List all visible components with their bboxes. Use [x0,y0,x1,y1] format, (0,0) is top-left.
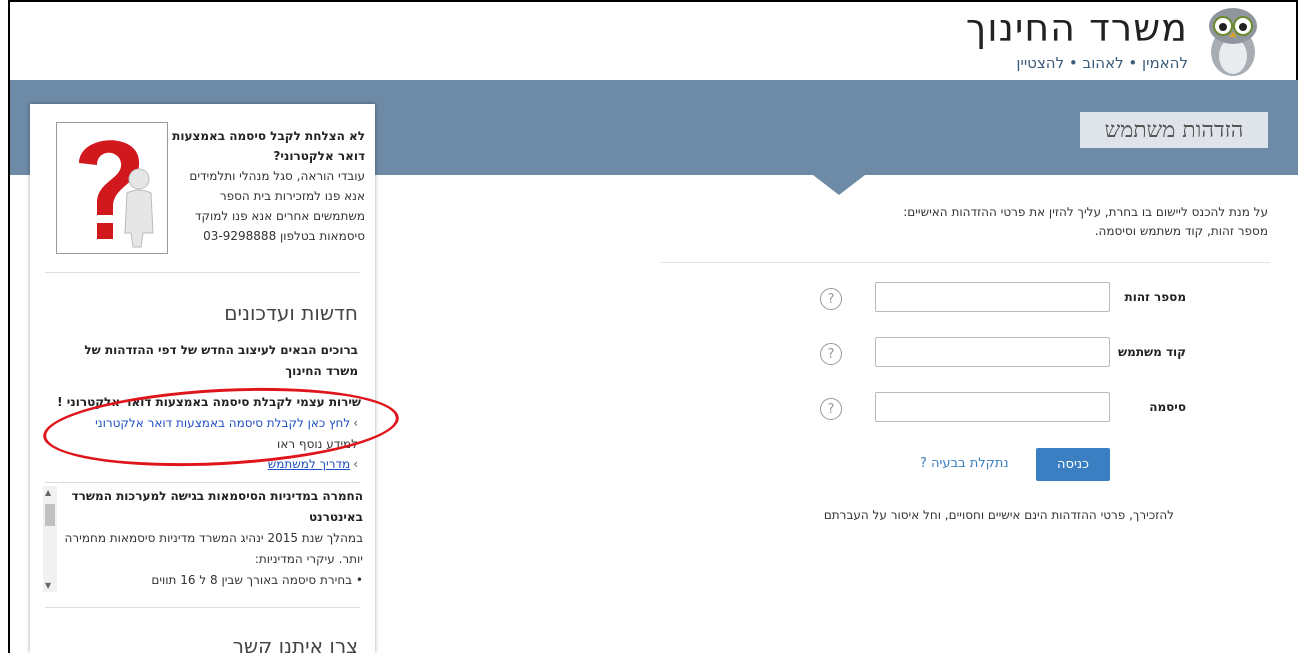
login-button[interactable]: כניסה [1036,448,1110,481]
user-code-input[interactable] [875,337,1110,367]
divider [660,262,1270,263]
site-tagline: להאמין • לאהוב • להצטיין [1016,54,1188,72]
promo-line: אנא פנו למזכירות בית הספר [219,189,365,203]
email-password-link-label: לחץ כאן לקבלת סיסמה באמצעות דואר אלקטרונ… [95,416,351,430]
password-label: סיסמה [1149,400,1186,414]
news-scroll-content: החמרה במדיניות הסיסמאות בגישה למערכות המ… [63,486,363,591]
promo-line: משתמשים אחרים אנא פנו למוקד [194,209,365,223]
news-scroll-box[interactable]: החמרה במדיניות הסיסמאות בגישה למערכות המ… [43,486,363,592]
policy-bullet-text: בחירת סיסמה באורך שבין 8 ל 16 תווים [151,573,353,587]
question-mark-figure-icon [56,122,168,254]
news-welcome: ברוכים הבאים לעיצוב החדש של דפי ההזדהות … [84,343,358,378]
scroll-down-icon[interactable]: ▼ [45,581,51,590]
news-title: חדשות ועדכונים [224,301,358,325]
user-guide-link[interactable]: ›מדריך למשתמש [268,457,358,471]
chevron-left-icon: › [353,457,358,471]
password-input[interactable] [875,392,1110,422]
divider [45,272,360,273]
id-number-input[interactable] [875,282,1110,312]
policy-heading: החמרה במדיניות הסיסמאות בגישה למערכות המ… [71,489,363,524]
page-title: הזדהות משתמש [1080,112,1268,148]
owl-logo-icon [1209,8,1257,76]
chevron-left-icon: › [353,416,358,430]
promo-phone: סיסמאות בטלפון 03-9298888 [203,229,365,243]
contact-title: צרו איתנו קשר [232,634,358,653]
id-number-label: מספר זהות [1124,290,1187,304]
login-intro: על מנת להכנס ליישום בו בחרת, עליך להזין … [648,203,1268,241]
news-scrollbar[interactable]: ▲ ▼ [43,486,57,592]
id-help-icon[interactable]: ? [820,288,842,310]
sidebar: לא הצלחת לקבל סיסמה באמצעות דואר אלקטרונ… [30,104,375,653]
frame-top-border [8,0,1298,2]
user-code-label: קוד משתמש [1118,345,1186,359]
policy-bullet: • בחירת סיסמה באורך שבין 8 ל 16 תווים [151,573,363,587]
scroll-up-icon[interactable]: ▲ [45,488,51,497]
policy-body: במהלך שנת 2015 ינהיג המשרד מדיניות סיסמא… [64,531,363,566]
site-title: משרד החינוך [965,6,1188,50]
promo-text: לא הצלחת לקבל סיסמה באמצעות דואר אלקטרונ… [165,126,365,246]
privacy-reminder: להזכירך, פרטי ההזדהות הינם אישיים וחסויי… [823,508,1174,522]
user-guide-link-label: מדריך למשתמש [267,457,351,471]
news-self-service-heading: שירות עצמי לקבלת סיסמה באמצעות דואר אלקט… [57,395,361,409]
password-help-icon[interactable]: ? [820,398,842,420]
news-info-text: למידע נוסף ראו [277,437,358,451]
intro-line: מספר זהות, קוד משתמש וסיסמה. [1094,224,1268,238]
promo-line: עובדי הוראה, סגל מנהלי ותלמידים [189,169,365,183]
promo-heading: לא הצלחת לקבל סיסמה באמצעות דואר אלקטרונ… [172,129,365,163]
password-help-promo: לא הצלחת לקבל סיסמה באמצעות דואר אלקטרונ… [40,118,365,268]
problem-link[interactable]: נתקלת בבעיה ? [920,456,1009,471]
email-password-link[interactable]: ›לחץ כאן לקבלת סיסמה באמצעות דואר אלקטרו… [95,416,358,430]
band-pointer [813,175,865,195]
divider [45,607,360,608]
divider [45,482,360,483]
scroll-thumb[interactable] [45,504,55,526]
user-help-icon[interactable]: ? [820,343,842,365]
intro-line: על מנת להכנס ליישום בו בחרת, עליך להזין … [903,205,1268,219]
